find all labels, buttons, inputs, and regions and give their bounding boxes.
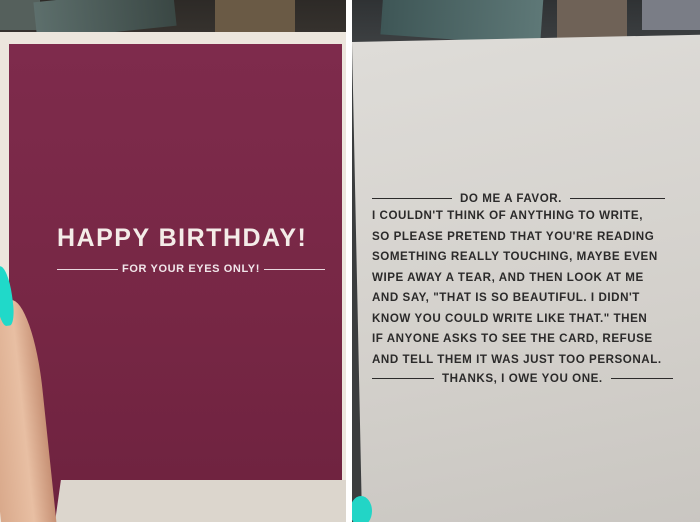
card-inside-message: DO ME A FAVOR. I COULDN'T THINK OF ANYTH… (372, 190, 692, 386)
message-line: IF ANYONE ASKS TO SEE THE CARD, REFUSE (372, 332, 653, 345)
card-corner (55, 480, 346, 522)
footer-rule-right (610, 377, 673, 379)
footer-rule-left (372, 377, 434, 379)
message-line: AND TELL THEM IT WAS JUST TOO PERSONAL. (372, 352, 662, 366)
message-line: WIPE AWAY A TEAR, AND THEN LOOK AT ME (372, 270, 644, 284)
card-front-title: HAPPY BIRTHDAY! (57, 224, 308, 252)
message-header-row: DO ME A FAVOR. (372, 190, 692, 206)
background-object (642, 0, 700, 30)
card-front (9, 44, 342, 522)
header-rule-right (569, 197, 665, 199)
left-photo: HAPPY BIRTHDAY! FOR YOUR EYES ONLY! (0, 0, 346, 522)
subtitle-rule-left (57, 268, 119, 270)
header-rule-left (372, 197, 452, 199)
message-footer-row: THANKS, I OWE YOU ONE. (372, 370, 692, 386)
background-object (215, 0, 295, 32)
message-header: DO ME A FAVOR. (460, 191, 562, 205)
card-front-subtitle: FOR YOUR EYES ONLY! (122, 263, 260, 275)
message-line: SOMETHING REALLY TOUCHING, MAYBE EVEN (372, 250, 658, 263)
background-object (557, 0, 627, 40)
card-front-subtitle-row: FOR YOUR EYES ONLY! (57, 262, 325, 276)
message-line: AND SAY, "THAT IS SO BEAUTIFUL. I DIDN'T (372, 291, 640, 304)
message-line: SO PLEASE PRETEND THAT YOU'RE READING (372, 229, 655, 243)
message-footer: THANKS, I OWE YOU ONE. (442, 371, 603, 385)
subtitle-rule-right (263, 268, 325, 270)
message-line: I COULDN'T THINK OF ANYTHING TO WRITE, (372, 209, 643, 222)
fingernail (352, 496, 372, 522)
message-line: KNOW YOU COULD WRITE LIKE THAT." THEN (372, 311, 648, 325)
